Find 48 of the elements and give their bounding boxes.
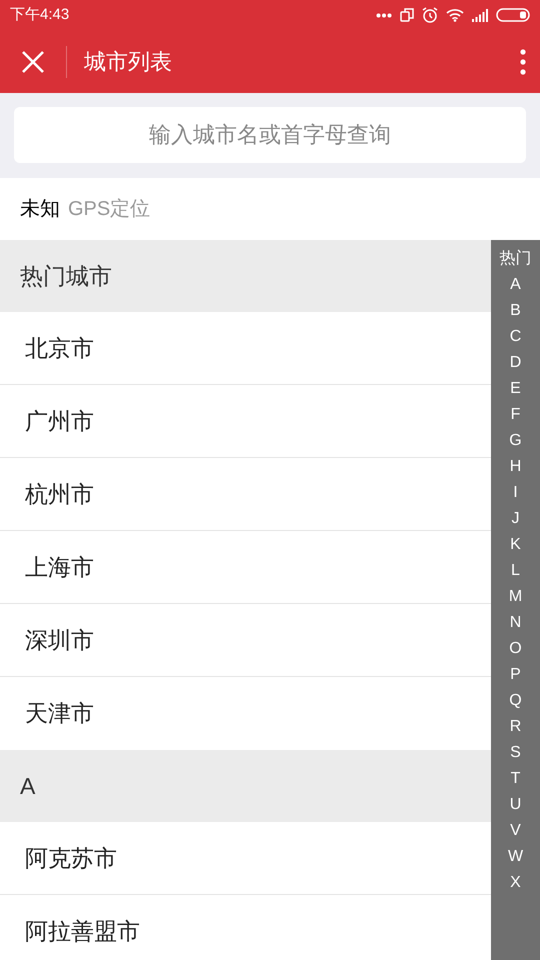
window-icon — [400, 8, 414, 22]
index-letter[interactable]: I — [513, 480, 518, 506]
city-item[interactable]: 阿克苏市 — [25, 840, 117, 876]
index-letter[interactable]: W — [508, 844, 524, 870]
index-letter[interactable]: 热门 — [500, 246, 532, 272]
city-item[interactable]: 北京市 — [25, 330, 94, 366]
index-letter[interactable]: D — [510, 350, 522, 376]
index-letter[interactable]: P — [510, 662, 521, 688]
index-letter[interactable]: E — [510, 376, 521, 402]
index-letter[interactable]: T — [510, 766, 520, 792]
more-vertical-icon — [520, 48, 526, 74]
index-letter[interactable]: S — [510, 740, 521, 766]
index-letter[interactable]: Q — [509, 688, 522, 714]
signal-icon — [472, 8, 488, 22]
index-letter[interactable]: A — [510, 272, 521, 298]
search-field[interactable]: 输入城市名或首字母查询 — [14, 107, 526, 163]
wifi-icon — [446, 8, 464, 22]
index-letter[interactable]: V — [510, 818, 521, 844]
index-letter[interactable]: U — [510, 792, 522, 818]
city-item[interactable]: 深圳市 — [25, 622, 94, 658]
section-header: A — [20, 772, 36, 801]
alarm-icon — [422, 7, 438, 23]
index-letter[interactable]: J — [512, 506, 520, 532]
gps-label: GPS定位 — [68, 197, 150, 222]
close-icon — [21, 50, 45, 74]
index-letter[interactable]: N — [510, 610, 522, 636]
current-city: 未知 — [20, 197, 60, 222]
city-item[interactable]: 广州市 — [25, 404, 94, 438]
index-letter[interactable]: B — [510, 298, 521, 324]
index-letter[interactable]: K — [510, 532, 521, 558]
city-item[interactable]: 上海市 — [25, 550, 94, 584]
section-header: 热门城市 — [20, 262, 112, 291]
battery-icon — [496, 8, 530, 22]
index-letter[interactable]: O — [509, 636, 522, 662]
index-letter[interactable]: M — [508, 584, 522, 610]
page-title: 城市列表 — [84, 48, 173, 76]
index-letter[interactable]: C — [510, 324, 522, 350]
index-letter[interactable]: L — [511, 558, 520, 584]
index-letter[interactable]: X — [510, 870, 521, 896]
index-letter[interactable]: R — [510, 714, 522, 740]
city-item[interactable]: 阿拉善盟市 — [25, 914, 140, 949]
index-letter[interactable]: F — [510, 402, 520, 428]
index-letter[interactable]: H — [510, 454, 522, 480]
city-item[interactable]: 天津市 — [25, 696, 94, 731]
status-time: 下午4:43 — [10, 4, 70, 25]
index-letter[interactable]: G — [509, 428, 522, 454]
city-item[interactable]: 杭州市 — [25, 476, 94, 512]
more-dots-icon — [376, 12, 392, 18]
